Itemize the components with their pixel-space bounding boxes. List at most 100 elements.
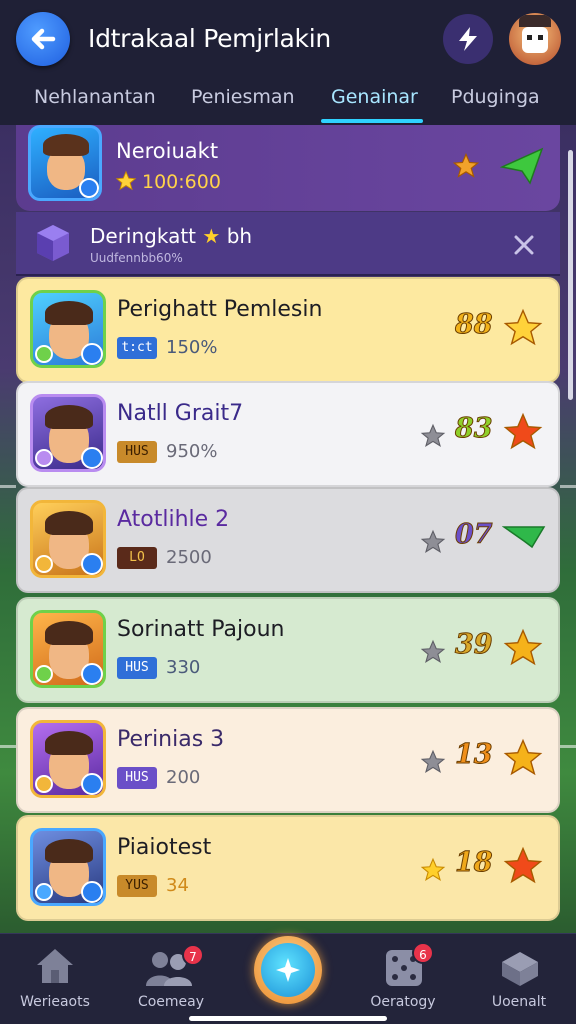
star-icon <box>420 639 446 663</box>
player-avatar <box>30 828 106 906</box>
nav-label: Werieaots <box>20 994 90 1010</box>
player-name: Perighatt Pemlesin <box>117 297 323 322</box>
top-bar: Idtrakaal Pemjrlakin <box>0 0 576 82</box>
cube-icon <box>37 225 69 261</box>
player-value: 330 <box>166 657 201 678</box>
nav-item-coemeay[interactable]: 7 Coemeay <box>116 934 226 1024</box>
player-name: Perinias 3 <box>117 727 225 752</box>
player-name: Sorinatt Pajoun <box>117 617 285 642</box>
player-avatar <box>30 394 106 472</box>
popup-subtitle: Uudfennbb60% <box>90 251 183 265</box>
player-name: Natll Grait7 <box>117 401 244 426</box>
star-icon <box>503 628 543 666</box>
leaderboard-list: Neroiuakt 100:600 Deringkatt ★ bh Uudfen… <box>16 125 560 935</box>
avatar-hat <box>519 15 551 27</box>
star-icon <box>420 529 446 553</box>
star-icon <box>115 170 137 191</box>
back-button[interactable] <box>16 12 70 66</box>
star-icon <box>420 857 446 881</box>
player-avatar <box>30 290 106 368</box>
player-name: Atotlihle 2 <box>117 507 230 532</box>
house-icon <box>37 949 73 983</box>
avatar-badge <box>35 345 53 363</box>
user-avatar[interactable] <box>509 13 561 65</box>
table-row[interactable]: Piaiotest YUS 34 18 <box>16 815 560 921</box>
notification-badge: 6 <box>412 942 434 964</box>
avatar-badge <box>35 883 53 901</box>
avatar-badge <box>81 663 103 685</box>
star-burst-icon <box>276 958 300 982</box>
tab-genainar[interactable]: Genainar <box>331 86 418 108</box>
star-icon <box>420 423 446 447</box>
star-icon <box>503 308 543 346</box>
player-avatar <box>30 610 106 688</box>
table-row[interactable]: Natll Grait7 HUS 950% 83 <box>16 381 560 487</box>
home-indicator[interactable] <box>189 1016 387 1021</box>
avatar-badge <box>81 553 103 575</box>
tab-pduginga[interactable]: Pduginga <box>451 86 540 108</box>
rank-number: 07 <box>455 519 494 551</box>
energy-button[interactable] <box>443 14 493 64</box>
player-avatar <box>30 720 106 798</box>
avatar-badge <box>81 343 103 365</box>
rank-number: 83 <box>455 413 494 445</box>
player-value: 34 <box>166 875 189 896</box>
scrollbar[interactable] <box>568 150 573 400</box>
player-tag: HUS <box>117 657 157 679</box>
arrow-left-icon <box>31 28 56 50</box>
tab-nehlanantan[interactable]: Nehlanantan <box>34 86 156 108</box>
close-icon[interactable] <box>513 234 535 256</box>
popup-title-text: Deringkatt <box>90 224 197 248</box>
player-value: 950% <box>166 441 218 462</box>
player-tag: LO <box>117 547 157 569</box>
rank-popup: Deringkatt ★ bh Uudfennbb60% <box>16 212 560 276</box>
nav-item-uoenalt[interactable]: Uoenalt <box>464 934 574 1024</box>
star-icon <box>420 749 446 773</box>
player-avatar <box>30 500 106 578</box>
center-action-button[interactable] <box>254 936 322 1004</box>
avatar-hair <box>45 621 93 645</box>
avatar-eye <box>538 35 543 40</box>
field-line <box>560 485 576 488</box>
table-row[interactable]: Sorinatt Pajoun HUS 330 39 <box>16 597 560 703</box>
rank-number: 88 <box>455 309 494 341</box>
bottom-nav: Werieaots 7 Coemeay 6 Oeratogy Uoenalt <box>0 933 576 1024</box>
star-icon <box>503 846 543 884</box>
player-tag: HUS <box>117 441 157 463</box>
card-stack-icon <box>502 952 538 986</box>
nav-item-werieaots[interactable]: Werieaots <box>0 934 110 1024</box>
avatar-hair <box>43 134 89 156</box>
avatar-badge <box>35 449 53 467</box>
player-name: Piaiotest <box>117 835 212 860</box>
avatar-hair <box>45 511 93 535</box>
table-row[interactable]: Perinias 3 HUS 200 13 <box>16 707 560 813</box>
table-row[interactable]: Atotlihle 2 LO 2500 07 <box>16 487 560 593</box>
center-action-inner <box>261 943 315 997</box>
avatar-badge <box>35 555 53 573</box>
nav-label: Oeratogy <box>370 994 436 1010</box>
avatar-badge <box>81 881 103 903</box>
active-tab-indicator <box>321 119 423 123</box>
rank-number: 18 <box>455 847 494 879</box>
nav-item-oeratogy[interactable]: 6 Oeratogy <box>348 934 458 1024</box>
star-icon <box>452 152 480 178</box>
field-line <box>0 485 16 488</box>
field-line <box>560 745 576 748</box>
player-value: 150% <box>166 337 218 358</box>
player-value: 200 <box>166 767 201 788</box>
player-avatar <box>28 125 102 201</box>
avatar-hair <box>45 301 93 325</box>
arrow-down-icon <box>502 526 546 549</box>
bolt-icon <box>459 27 477 51</box>
avatar-eye <box>527 35 532 40</box>
table-row[interactable]: Perighatt Pemlesin t:ct 150% 88 <box>16 277 560 383</box>
star-icon <box>503 738 543 776</box>
avatar-badge <box>35 775 53 793</box>
star-icon: ★ <box>202 224 221 248</box>
rank-number: 39 <box>455 629 494 661</box>
popup-title: Deringkatt ★ bh <box>90 224 252 248</box>
nav-label: Coemeay <box>137 994 205 1010</box>
tab-peniesman[interactable]: Peniesman <box>191 86 295 108</box>
avatar-badge <box>35 665 53 683</box>
current-player-card[interactable]: Neroiuakt 100:600 <box>16 125 560 211</box>
